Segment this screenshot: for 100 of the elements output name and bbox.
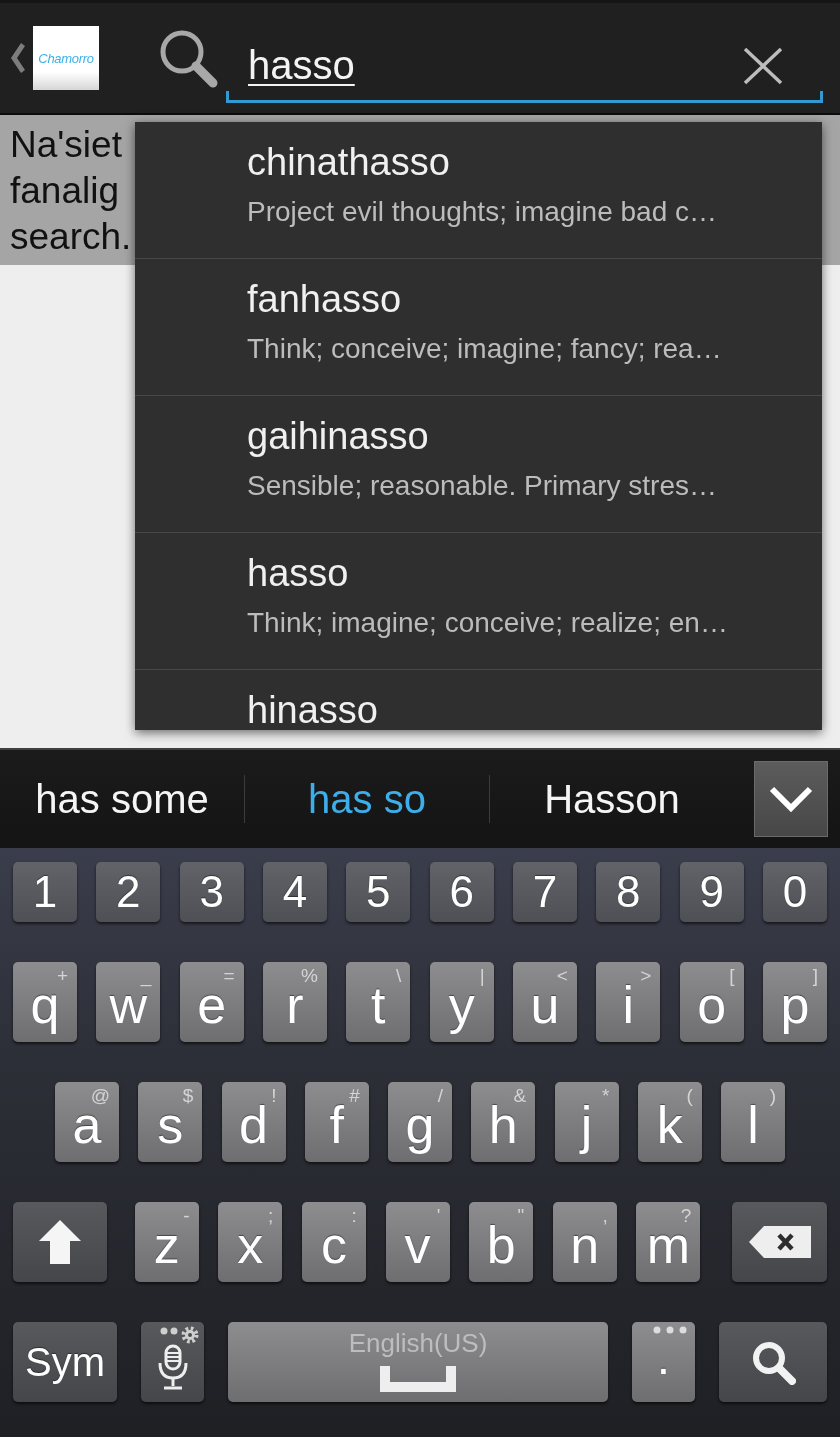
header-text: fanalig (10, 169, 120, 213)
keyboard-key[interactable]: x; (218, 1202, 283, 1282)
keyboard-key[interactable]: r% (263, 962, 327, 1042)
keyboard-key[interactable]: 3 (179, 862, 244, 922)
key-symbol-hint: > (640, 966, 652, 985)
symbols-key[interactable]: Sym (13, 1322, 117, 1402)
key-symbol-hint: ! (271, 1086, 277, 1105)
keyboard-key[interactable]: w_ (96, 962, 161, 1042)
space-bar-icon (379, 1366, 457, 1392)
key-symbol-hint: = (223, 966, 235, 985)
key-symbol-hint: ( (686, 1086, 693, 1105)
suggestion-item[interactable]: gaihinasso Sensible; reasonable. Primary stres… (135, 396, 822, 533)
keyboard-key[interactable]: o[ (679, 962, 744, 1042)
search-key[interactable] (719, 1322, 827, 1402)
keyboard-key[interactable]: b" (469, 1202, 534, 1282)
keyboard-key[interactable]: n, (552, 1202, 617, 1282)
word-suggestion[interactable]: has some (0, 769, 244, 829)
close-icon (743, 46, 783, 85)
keyboard-key[interactable]: 6 (429, 862, 494, 922)
key-symbol-hint: ? (680, 1206, 692, 1225)
header-text: Na'siet (10, 123, 122, 167)
keyboard-key[interactable]: 2 (96, 862, 161, 922)
voice-input-key[interactable] (141, 1322, 204, 1402)
dots-gear-icon (160, 1326, 200, 1344)
suggestion-description: Think; conceive; imagine; fancy; rea… (247, 332, 722, 366)
keyboard-key[interactable]: l ) (721, 1082, 785, 1162)
keyboard-key[interactable]: 4 (263, 862, 327, 922)
key-symbol-hint: * (602, 1086, 610, 1105)
word-suggestion[interactable]: has so (245, 769, 489, 829)
suggestion-title: hasso (247, 551, 349, 595)
keyboard-key[interactable]: 1 (13, 862, 77, 922)
keyboard-key[interactable]: d! (221, 1082, 286, 1162)
keyboard-key[interactable]: p] (762, 962, 827, 1042)
key-symbol-hint: \ (396, 966, 402, 985)
key-symbol-hint: ) (769, 1086, 776, 1105)
key-symbol-hint: & (513, 1086, 527, 1105)
chevron-down-icon (769, 786, 813, 812)
keyboard-key[interactable]: s$ (138, 1082, 203, 1162)
key-symbol-hint: @ (90, 1086, 110, 1105)
keyboard-key[interactable]: 9 (679, 862, 744, 922)
suggestion-description: Think; imagine; conceive; realize; en… (247, 606, 728, 640)
keyboard-key[interactable]: q+ (13, 962, 77, 1042)
key-symbol-hint: # (349, 1086, 360, 1105)
keyboard-key[interactable]: a@ (55, 1082, 119, 1162)
keyboard-key[interactable]: t \ (346, 962, 411, 1042)
word-suggestion[interactable]: Hasson (490, 769, 734, 829)
header-text: search. (10, 215, 132, 259)
suggestion-item[interactable]: hasso Think; imagine; conceive; realize; en… (135, 533, 822, 670)
key-symbol-hint: < (556, 966, 568, 985)
suggestion-description: Project evil thoughts; imagine bad c… (247, 195, 718, 229)
key-symbol-hint: _ (140, 966, 152, 985)
shift-arrow-icon (38, 1219, 82, 1265)
keyboard-key[interactable]: k( (637, 1082, 702, 1162)
keyboard-key[interactable]: 8 (596, 862, 661, 922)
search-field[interactable]: hasso (226, 31, 823, 103)
key-symbol-hint: / (437, 1086, 443, 1105)
key-symbol-hint: - (183, 1206, 190, 1225)
keyboard-key[interactable]: v' (385, 1202, 450, 1282)
key-symbol-hint: $ (182, 1086, 194, 1105)
key-symbol-hint: : (351, 1206, 357, 1225)
keyboard-key[interactable]: z- (134, 1202, 199, 1282)
suggestion-title: gaihinasso (247, 414, 429, 458)
key-symbol-hint: | (479, 966, 485, 985)
keyboard-key[interactable]: j * (554, 1082, 619, 1162)
backspace-icon (747, 1225, 812, 1259)
keyboard-key[interactable]: y| (429, 962, 494, 1042)
suggestion-item[interactable]: fanhasso Think; conceive; imagine; fancy; rea… (135, 259, 822, 396)
key-symbol-hint: % (301, 966, 318, 985)
backspace-key[interactable] (732, 1202, 827, 1282)
shift-key[interactable] (13, 1202, 107, 1282)
key-symbol-hint: " (517, 1206, 525, 1225)
keyboard-key[interactable]: u< (512, 962, 577, 1042)
keyboard-key[interactable]: m? (636, 1202, 701, 1282)
keyboard-key[interactable]: g/ (388, 1082, 452, 1162)
app-logo[interactable]: Chamorro (33, 26, 99, 90)
keyboard-key[interactable]: 5 (346, 862, 411, 922)
keyboard-key[interactable]: 7 (512, 862, 577, 922)
keyboard-key[interactable]: h& (471, 1082, 536, 1162)
keyboard-key[interactable]: i> (596, 962, 661, 1042)
back-chevron-icon[interactable] (10, 42, 26, 74)
keyboard-key[interactable]: f# (304, 1082, 369, 1162)
key-symbol-hint: , (602, 1206, 608, 1225)
clear-button[interactable] (743, 46, 783, 85)
suggestion-description: Sensible; reasonable. Primary stres… (247, 469, 717, 503)
keyboard-key[interactable]: e= (179, 962, 244, 1042)
suggestion-title: hinasso (247, 688, 378, 730)
suggestion-item[interactable]: chinathasso Project evil thoughts; imagine bad c… (135, 122, 822, 259)
key-symbol-hint: ] (812, 966, 818, 985)
suggestion-title: chinathasso (247, 140, 450, 184)
keyboard-key[interactable]: 0 (762, 862, 827, 922)
search-icon (750, 1339, 796, 1385)
expand-suggestions-button[interactable] (754, 761, 828, 837)
key-symbol-hint: + (56, 966, 68, 985)
suggestion-title: fanhasso (247, 277, 402, 321)
microphone-icon (156, 1344, 189, 1390)
key-symbol-hint: ' (436, 1206, 441, 1225)
dots-icon (653, 1326, 687, 1334)
period-key[interactable]: . (632, 1322, 695, 1402)
keyboard-key[interactable]: c: (301, 1202, 366, 1282)
key-symbol-hint: [ (729, 966, 735, 985)
